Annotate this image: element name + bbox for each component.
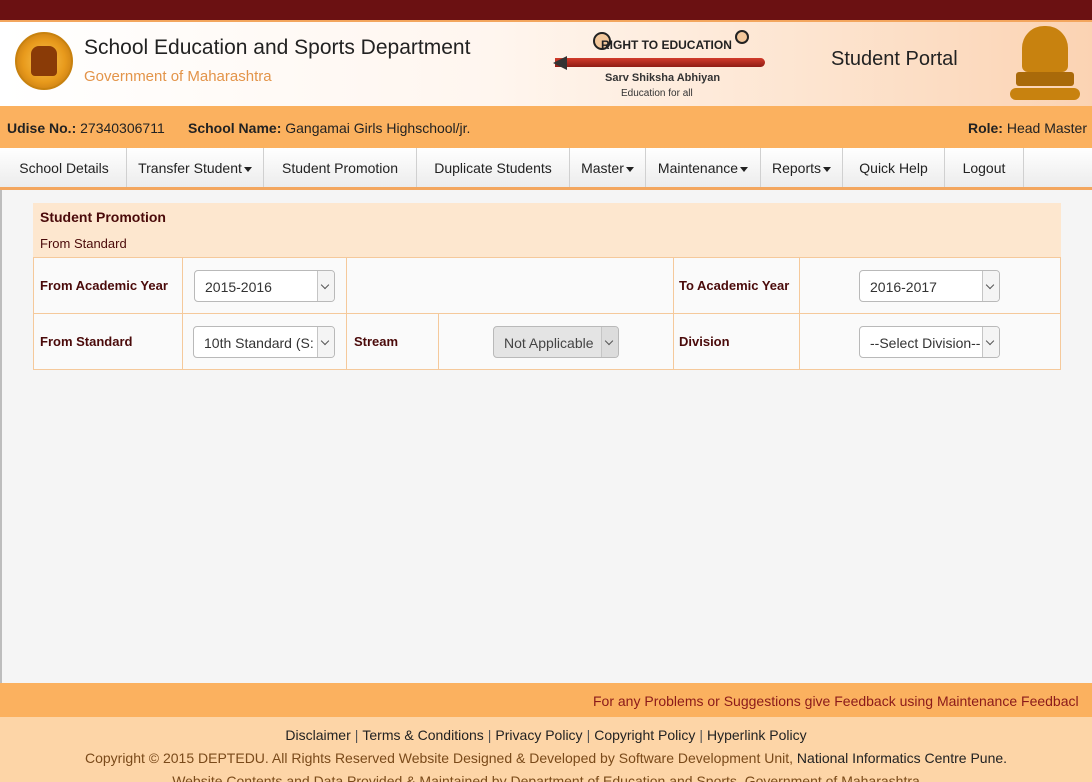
from-academic-year-label: From Academic Year xyxy=(40,278,168,293)
school-value: Gangamai Girls Highschool/jr. xyxy=(285,120,471,136)
from-standard-label: From Standard xyxy=(40,334,133,349)
maintained-text: Website Contents and Data Provided & Mai… xyxy=(172,773,920,782)
main-nav: School Details Transfer Student Student … xyxy=(0,148,1092,190)
rte-tagline: Education for all xyxy=(621,88,693,99)
site-header: School Education and Sports Department G… xyxy=(0,20,1092,106)
role-info: Role: Head Master xyxy=(968,120,1087,136)
school-info: School Name: Gangamai Girls Highschool/j… xyxy=(188,120,470,136)
maharashtra-emblem-icon xyxy=(15,32,73,90)
top-bar xyxy=(0,0,1092,20)
privacy-link[interactable]: Privacy Policy xyxy=(495,727,582,743)
udise-info: Udise No.: 27340306711 xyxy=(7,120,165,136)
panel-header: Student Promotion From Standard xyxy=(33,203,1061,257)
cell-division-input: --Select Division-- xyxy=(800,314,1060,369)
boy-icon xyxy=(735,30,749,44)
chevron-down-icon xyxy=(317,327,334,357)
role-label: Role: xyxy=(967,120,1003,136)
chevron-down-icon xyxy=(982,271,999,301)
division-label: Division xyxy=(679,334,730,349)
udise-value: 27340306711 xyxy=(80,120,165,136)
caret-down-icon xyxy=(740,166,749,172)
copyright-text: Copyright © 2015 DEPTEDU. All Rights Res… xyxy=(84,750,1008,766)
portal-title: Student Portal xyxy=(831,48,958,70)
from-standard-select[interactable]: 10th Standard (S: xyxy=(193,326,335,358)
nav-quick-help[interactable]: Quick Help xyxy=(843,148,945,187)
rte-logo: RIGHT TO EDUCATION Sarv Shiksha Abhiyan … xyxy=(553,28,770,102)
site-footer: Disclaimer | Terms & Conditions | Privacy Po… xyxy=(0,717,1092,782)
nav-student-promotion[interactable]: Student Promotion xyxy=(264,148,417,187)
rte-text: RIGHT TO EDUCATION xyxy=(601,38,732,52)
nav-school-details[interactable]: School Details xyxy=(2,148,127,187)
caret-down-icon xyxy=(625,166,634,172)
cell-division-label: Division xyxy=(674,314,800,369)
feedback-text: For any Problems or Suggestions give Fee… xyxy=(593,693,1079,709)
department-subtitle: Government of Maharashtra xyxy=(84,68,272,85)
pencil-icon xyxy=(555,58,765,67)
stream-select[interactable]: Not Applicable xyxy=(493,326,619,358)
pencil-tip-icon xyxy=(553,56,567,70)
nav-reports[interactable]: Reports xyxy=(761,148,843,187)
caret-down-icon xyxy=(823,166,832,172)
cell-to-year-label: To Academic Year xyxy=(674,258,800,314)
school-label: School Name: xyxy=(188,120,282,136)
udise-label: Udise No.: xyxy=(7,120,77,136)
cell-from-standard-input: 10th Standard (S: xyxy=(183,314,347,369)
division-select[interactable]: --Select Division-- xyxy=(859,326,1000,358)
cell-stream-label: Stream xyxy=(347,314,439,369)
chevron-down-icon xyxy=(982,327,999,357)
terms-link[interactable]: Terms & Conditions xyxy=(362,727,483,743)
to-academic-year-label: To Academic Year xyxy=(679,278,790,293)
cell-from-year-input: 2015-2016 xyxy=(183,258,347,314)
nav-logout[interactable]: Logout xyxy=(945,148,1024,187)
rte-ssa-text: Sarv Shiksha Abhiyan xyxy=(605,72,721,84)
copyright-policy-link[interactable]: Copyright Policy xyxy=(594,727,695,743)
nav-duplicate-students[interactable]: Duplicate Students xyxy=(417,148,570,187)
panel-subtitle: From Standard xyxy=(40,236,127,251)
cell-stream-input: Not Applicable xyxy=(439,314,674,369)
chevron-down-icon xyxy=(601,327,618,357)
disclaimer-link[interactable]: Disclaimer xyxy=(285,727,350,743)
caret-down-icon xyxy=(243,166,252,172)
cell-from-year-label: From Academic Year xyxy=(34,258,183,314)
info-bar: Udise No.: 27340306711 School Name: Gang… xyxy=(0,106,1092,148)
ashoka-emblem-icon xyxy=(1010,24,1082,106)
panel-title: Student Promotion xyxy=(40,209,166,225)
from-academic-year-select[interactable]: 2015-2016 xyxy=(194,270,335,302)
department-title: School Education and Sports Department xyxy=(84,36,471,59)
nav-transfer-student[interactable]: Transfer Student xyxy=(127,148,264,187)
promotion-form: From Academic Year 2015-2016 To Academic… xyxy=(33,257,1061,370)
nav-master[interactable]: Master xyxy=(570,148,646,187)
nav-maintenance[interactable]: Maintenance xyxy=(646,148,761,187)
footer-links: Disclaimer | Terms & Conditions | Privacy Po… xyxy=(285,727,807,743)
cell-empty xyxy=(347,258,674,314)
chevron-down-icon xyxy=(317,271,334,301)
role-value: Head Master xyxy=(1006,120,1087,136)
cell-from-standard-label: From Standard xyxy=(34,314,183,369)
to-academic-year-select[interactable]: 2016-2017 xyxy=(859,270,1000,302)
stream-label: Stream xyxy=(354,334,399,349)
nic-link[interactable]: National Informatics Centre Pune. xyxy=(797,750,1007,766)
feedback-bar: For any Problems or Suggestions give Fee… xyxy=(0,683,1092,717)
cell-to-year-input: 2016-2017 xyxy=(800,258,1060,314)
hyperlink-policy-link[interactable]: Hyperlink Policy xyxy=(707,727,807,743)
